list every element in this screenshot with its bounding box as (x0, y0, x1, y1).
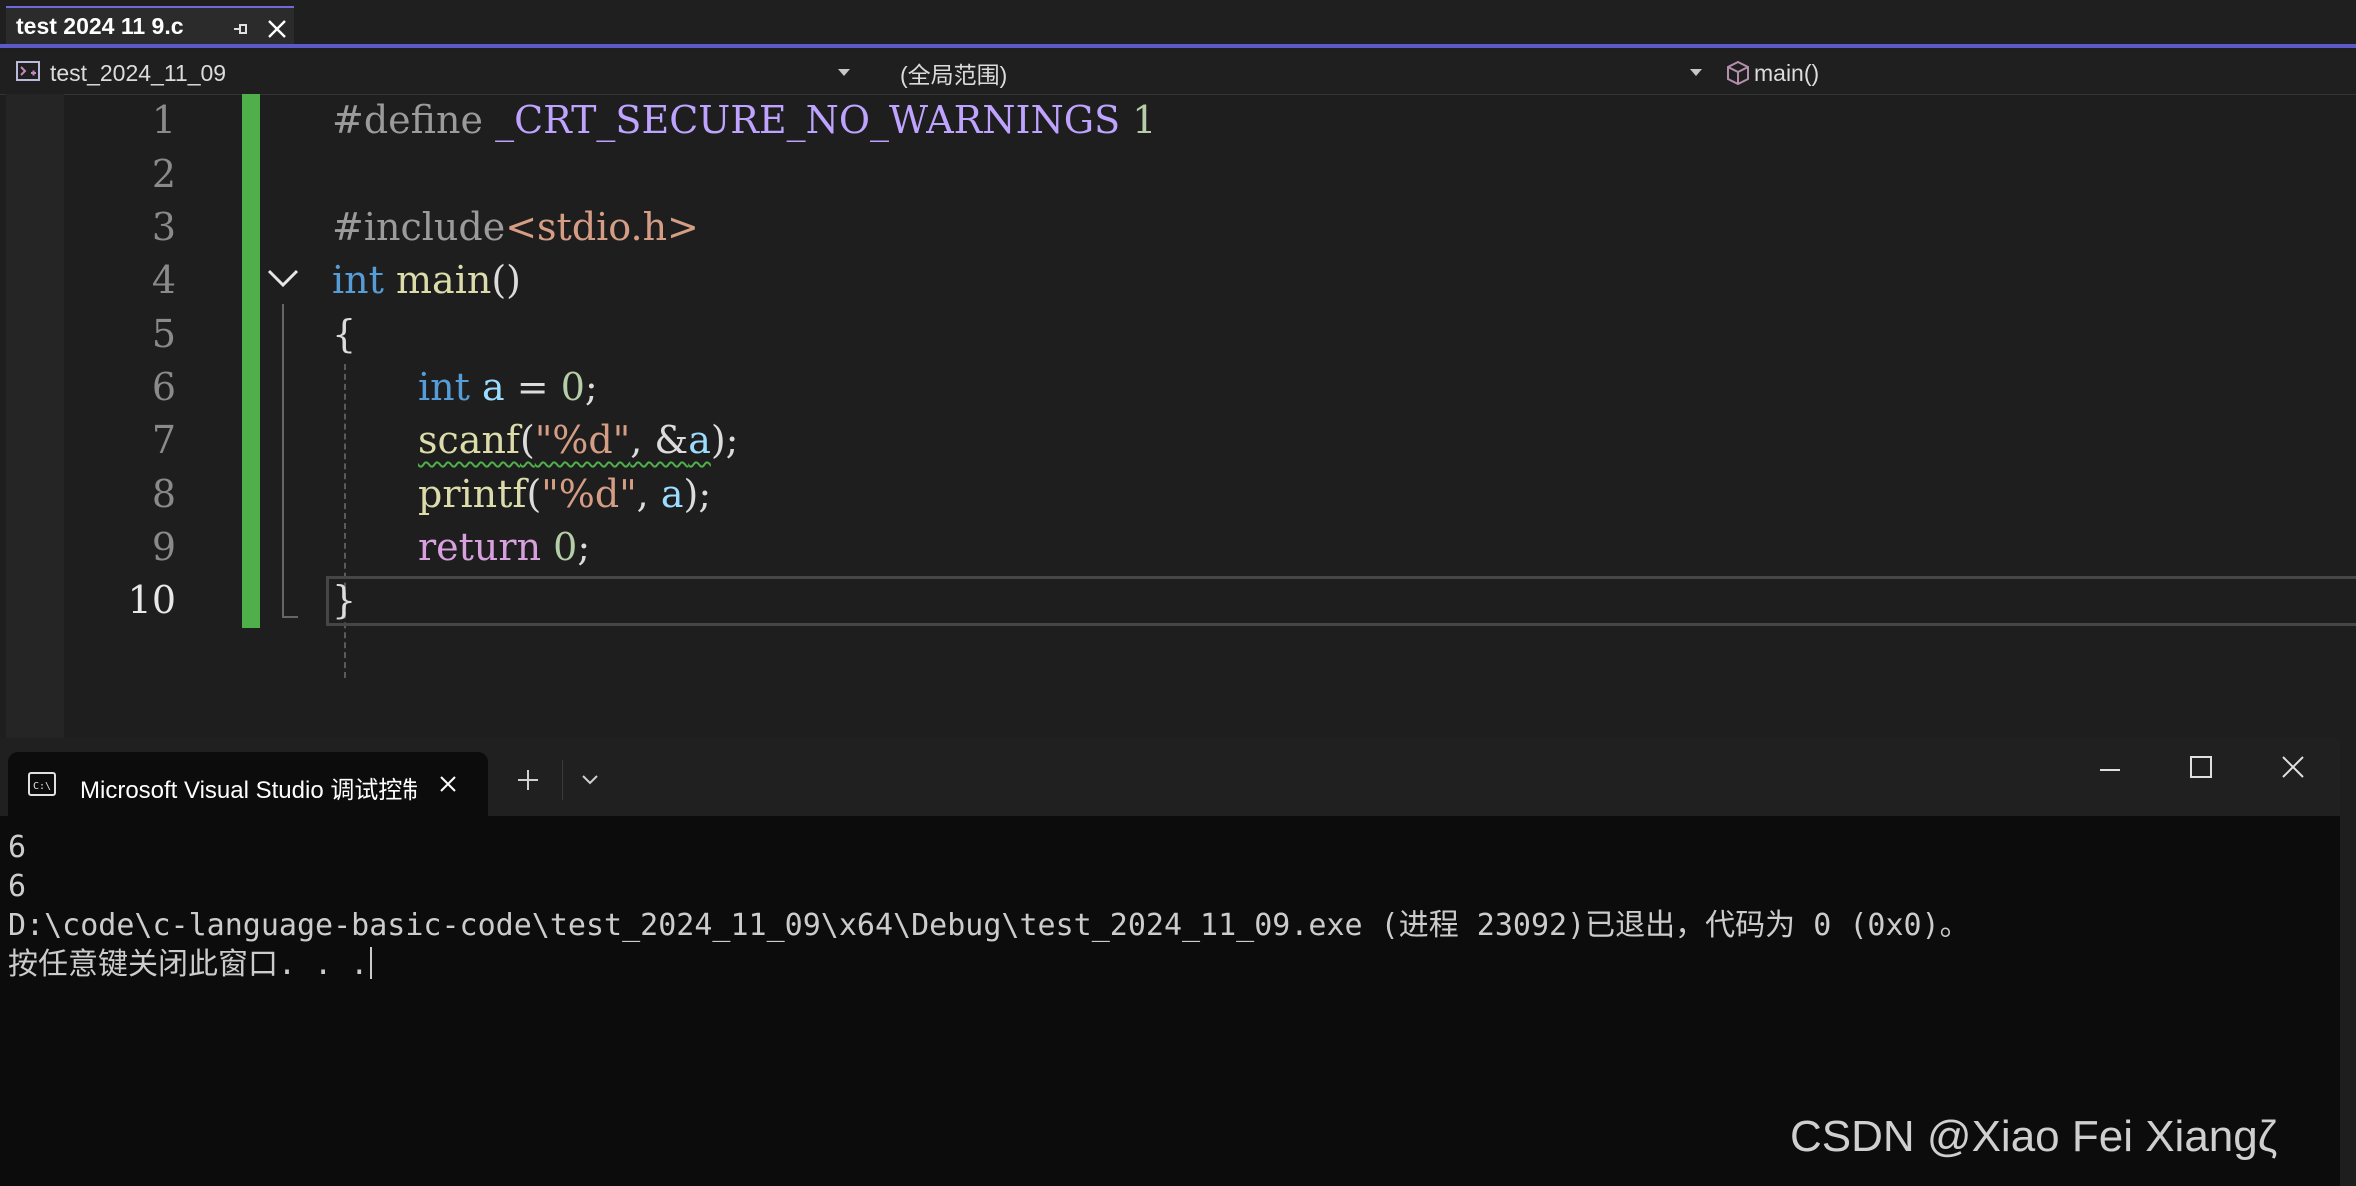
project-dropdown[interactable]: test_2024_11_09 (12, 55, 860, 91)
code-line-9: return 0; (418, 525, 591, 569)
code-line-4: int main() (332, 258, 521, 302)
minimize-icon[interactable] (2096, 756, 2124, 784)
output-line: D:\code\c-language-basic-code\test_2024_… (8, 908, 1970, 943)
line-number: 3 (151, 205, 176, 249)
cube-icon (1727, 60, 1749, 86)
output-line: 6 (8, 869, 27, 904)
pin-icon[interactable] (230, 18, 252, 40)
navigation-bar: test_2024_11_09 (全局范围) main() (0, 52, 2356, 95)
code-line-3: #include<stdio.h> (332, 205, 699, 249)
line-number: 7 (151, 418, 176, 462)
code-line-7: scanf("%d", &a); (418, 418, 739, 462)
output-line: 6 (8, 830, 27, 865)
console-icon: C:\ (28, 772, 56, 796)
close-tab-icon[interactable] (436, 772, 460, 796)
line-number: 9 (151, 525, 176, 569)
line-number: 2 (151, 152, 176, 196)
divider (562, 760, 563, 800)
project-icon (16, 61, 40, 81)
document-tab-title: test 2024 11 9.c (16, 12, 184, 39)
chevron-down-icon (838, 69, 850, 76)
maximize-icon[interactable] (2188, 754, 2214, 780)
line-number: 5 (151, 312, 176, 356)
text-cursor (370, 947, 373, 979)
fold-region-end (282, 616, 298, 618)
current-line-highlight (326, 576, 2356, 626)
watermark: CSDN @Xiao Fei Xiangζ (1790, 1112, 2278, 1161)
member-name: main() (1754, 59, 1820, 86)
terminal-tab[interactable]: C:\ Microsoft Visual Studio 调试控制台 (8, 752, 488, 816)
document-tab[interactable]: test 2024 11 9.c (6, 6, 294, 44)
scope-dropdown[interactable]: (全局范围) (870, 55, 1708, 91)
plus-icon[interactable] (516, 768, 540, 792)
line-number-current: 10 (127, 578, 176, 622)
code-editor[interactable]: test 2024 11 9.c test_2024_11_09 (全局范围) (0, 0, 2356, 740)
project-name: test_2024_11_09 (50, 59, 227, 86)
code-line-8: printf("%d", a); (418, 472, 712, 516)
svg-text:C:\: C:\ (33, 781, 51, 792)
scope-name: (全局范围) (900, 62, 1008, 88)
console-output[interactable]: 6 6 D:\code\c-language-basic-code\test_202… (8, 828, 1970, 984)
document-tab-strip: test 2024 11 9.c (0, 0, 2356, 48)
code-line-6: int a = 0; (418, 365, 598, 409)
line-number: 6 (151, 365, 176, 409)
close-tab-icon[interactable] (264, 16, 290, 42)
output-line-prompt: 按任意键关闭此窗口. . . (8, 945, 1970, 984)
terminal-title-bar: C:\ Microsoft Visual Studio 调试控制台 (0, 738, 2340, 816)
code-line-10: } (332, 578, 357, 622)
code-line-5: { (332, 312, 357, 356)
line-number: 4 (151, 258, 176, 302)
close-window-icon[interactable] (2280, 754, 2306, 780)
indent-guide (344, 364, 346, 678)
terminal-tab-title: Microsoft Visual Studio 调试控制台 (80, 777, 418, 804)
member-dropdown[interactable]: main() (1722, 55, 2352, 91)
change-tracking-bar (242, 94, 260, 628)
code-area[interactable]: 1 2 3 4 5 6 7 8 9 10 #define _CRT_SECURE… (0, 94, 2356, 740)
indicator-margin (6, 94, 64, 740)
line-number: 1 (151, 98, 176, 142)
fold-region-line (282, 304, 284, 618)
chevron-down-icon (1690, 69, 1702, 76)
line-number: 8 (151, 472, 176, 516)
code-line-1: #define _CRT_SECURE_NO_WARNINGS 1 (332, 98, 1157, 142)
chevron-down-icon[interactable] (580, 772, 600, 788)
warning-squiggle: scanf("%d", &a (418, 418, 711, 462)
collapse-chevron-icon[interactable] (266, 266, 300, 290)
